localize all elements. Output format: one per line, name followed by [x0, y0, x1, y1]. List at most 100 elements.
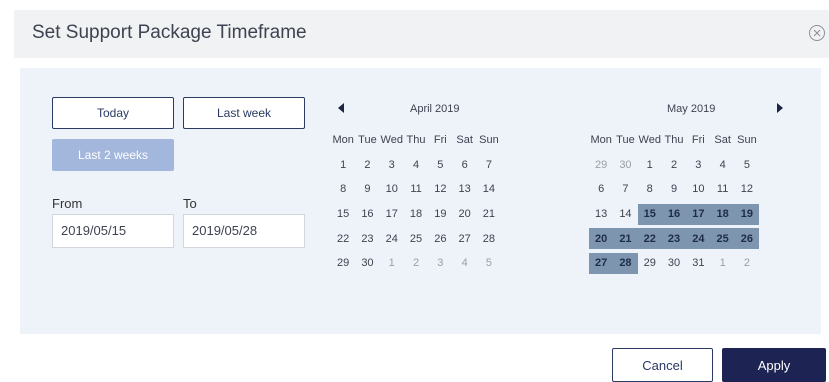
weekday-label: Mon — [332, 134, 354, 147]
day-cell[interactable]: 8 — [331, 179, 355, 200]
day-cell[interactable]: 1 — [710, 253, 734, 274]
day-cell[interactable]: 28 — [613, 252, 638, 274]
week-row: 15 16 17 18 19 20 21 — [331, 202, 501, 227]
day-cell[interactable]: 29 — [331, 253, 355, 274]
day-cell[interactable]: 7 — [613, 179, 637, 200]
today-button[interactable]: Today — [52, 97, 174, 129]
last-week-button[interactable]: Last week — [183, 97, 305, 129]
day-cell[interactable]: 5 — [477, 253, 501, 274]
day-cell[interactable]: 14 — [613, 204, 637, 225]
month-title-may: May 2019 — [667, 103, 716, 115]
weekday-label: Sat — [714, 134, 731, 147]
day-cell[interactable]: 2 — [355, 154, 379, 175]
day-cell[interactable]: 16 — [355, 204, 379, 225]
weekday-label: Thu — [664, 134, 684, 147]
apply-button[interactable]: Apply — [722, 348, 826, 382]
day-cell[interactable]: 4 — [452, 253, 476, 274]
day-cell[interactable]: 27 — [452, 228, 476, 249]
day-cell[interactable]: 24 — [380, 228, 404, 249]
weekday-label: Tue — [616, 134, 635, 147]
day-cell[interactable]: 3 — [380, 154, 404, 175]
day-cell[interactable]: 20 — [452, 204, 476, 225]
day-cell[interactable]: 12 — [735, 179, 759, 200]
close-icon[interactable] — [808, 24, 826, 42]
day-cell[interactable]: 28 — [477, 228, 501, 249]
weekday-label: Sun — [479, 134, 499, 147]
week-row: 6 7 8 9 10 11 12 — [589, 177, 759, 202]
day-cell[interactable]: 21 — [477, 204, 501, 225]
day-cell[interactable]: 9 — [662, 179, 686, 200]
day-cell[interactable]: 26 — [428, 228, 452, 249]
day-cell[interactable]: 2 — [735, 253, 759, 274]
day-cell[interactable]: 6 — [589, 179, 613, 200]
day-cell[interactable]: 13 — [452, 179, 476, 200]
day-cell[interactable]: 6 — [452, 154, 476, 175]
weekday-label: Fri — [433, 134, 447, 147]
day-cell[interactable]: 1 — [638, 154, 662, 175]
day-cell[interactable]: 25 — [404, 228, 428, 249]
month-title-april: April 2019 — [410, 103, 460, 115]
day-cell[interactable]: 14 — [477, 179, 501, 200]
day-cell[interactable]: 7 — [477, 154, 501, 175]
day-cell[interactable]: 18 — [404, 204, 428, 225]
day-cell[interactable]: 30 — [613, 154, 637, 175]
from-label: From — [52, 196, 83, 211]
day-cell[interactable]: 11 — [710, 179, 734, 200]
day-cell[interactable]: 22 — [331, 228, 355, 249]
day-cell[interactable]: 23 — [661, 228, 687, 250]
day-cell[interactable]: 23 — [355, 228, 379, 249]
day-cell[interactable]: 12 — [428, 179, 452, 200]
weekday-header: Mon Tue Wed Thu Fri Sat Sun — [331, 128, 501, 153]
day-cell[interactable]: 31 — [686, 253, 710, 274]
week-row: 22 23 24 25 26 27 28 — [331, 226, 501, 251]
day-cell[interactable]: 22 — [637, 228, 662, 250]
prev-month-icon[interactable] — [338, 103, 344, 113]
day-cell[interactable]: 3 — [428, 253, 452, 274]
day-cell[interactable]: 11 — [404, 179, 428, 200]
day-cell[interactable]: 10 — [380, 179, 404, 200]
to-date-input[interactable]: 2019/05/28 — [183, 214, 305, 248]
next-month-icon[interactable] — [777, 103, 783, 113]
weekday-header: Mon Tue Wed Thu Fri Sat Sun — [589, 128, 759, 153]
week-row: 20 21 22 23 24 25 26 — [589, 226, 760, 251]
day-cell[interactable]: 9 — [355, 179, 379, 200]
day-cell[interactable]: 1 — [331, 154, 355, 175]
last-2-weeks-button[interactable]: Last 2 weeks — [52, 139, 174, 171]
day-cell[interactable]: 27 — [589, 252, 614, 274]
weekday-label: Wed — [380, 134, 403, 147]
calendar-may: Mon Tue Wed Thu Fri Sat Sun 29 30 1 2 3 4 5 6 7 8 9 10 11 12… — [589, 128, 760, 276]
day-cell[interactable]: 16 — [661, 203, 687, 225]
day-cell[interactable]: 15 — [637, 203, 662, 225]
day-cell[interactable]: 1 — [380, 253, 404, 274]
cancel-button[interactable]: Cancel — [612, 348, 713, 382]
day-cell[interactable]: 20 — [589, 228, 614, 250]
day-cell[interactable]: 8 — [638, 179, 662, 200]
day-cell[interactable]: 21 — [613, 228, 638, 250]
day-cell[interactable]: 19 — [734, 203, 760, 225]
day-cell[interactable]: 19 — [428, 204, 452, 225]
day-cell[interactable]: 17 — [686, 203, 711, 225]
day-cell[interactable]: 18 — [710, 203, 735, 225]
day-cell[interactable]: 25 — [710, 228, 735, 250]
day-cell[interactable]: 10 — [686, 179, 710, 200]
day-cell[interactable]: 30 — [355, 253, 379, 274]
day-cell[interactable]: 2 — [404, 253, 428, 274]
day-cell[interactable]: 24 — [686, 228, 711, 250]
week-row: 29 30 1 2 3 4 5 — [331, 251, 501, 276]
day-cell[interactable]: 29 — [638, 253, 662, 274]
day-cell[interactable]: 3 — [686, 154, 710, 175]
day-cell[interactable]: 4 — [710, 154, 734, 175]
day-cell[interactable]: 17 — [380, 204, 404, 225]
day-cell[interactable]: 5 — [735, 154, 759, 175]
week-row: 8 9 10 11 12 13 14 — [331, 177, 501, 202]
day-cell[interactable]: 26 — [734, 228, 760, 250]
day-cell[interactable]: 13 — [589, 204, 613, 225]
from-date-input[interactable]: 2019/05/15 — [52, 214, 174, 248]
day-cell[interactable]: 5 — [428, 154, 452, 175]
day-cell[interactable]: 29 — [589, 154, 613, 175]
day-cell[interactable]: 4 — [404, 154, 428, 175]
day-cell[interactable]: 2 — [662, 154, 686, 175]
day-cell[interactable]: 15 — [331, 204, 355, 225]
day-cell[interactable]: 30 — [662, 253, 686, 274]
week-row: 13 14 15 16 17 18 19 — [589, 202, 760, 227]
